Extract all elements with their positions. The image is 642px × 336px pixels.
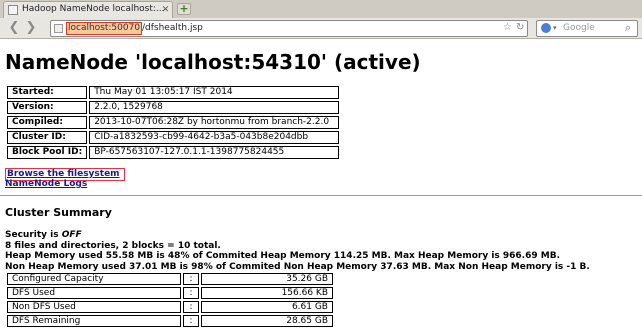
table-row: Version: 2.2.0, 1529768	[7, 101, 340, 114]
info-key: Block Pool ID:	[7, 146, 88, 159]
info-key: Version:	[7, 101, 88, 114]
info-key: Compiled:	[7, 116, 88, 129]
forward-arrow-icon[interactable]: ❯	[24, 21, 38, 35]
search-bar[interactable]: ▾ Google ⌕	[536, 20, 638, 37]
stat-value: 6.61 GB	[201, 301, 333, 313]
namenode-logs-link[interactable]: NameNode Logs	[5, 179, 87, 189]
search-icon[interactable]: ⌕	[625, 21, 631, 35]
info-key: Cluster ID:	[7, 131, 88, 144]
search-engine-dropdown-icon[interactable]: ▾	[553, 24, 557, 32]
namenode-info-table: Started: Thu May 01 13:05:17 IST 2014 Ve…	[5, 84, 341, 161]
stat-separator: :	[183, 301, 199, 313]
tab-title: Hadoop NameNode localhost:...	[22, 4, 165, 14]
cluster-stats-table: Configured Capacity : 35.26 GB DFS Used …	[5, 271, 335, 329]
security-line: Security is OFF	[5, 230, 590, 241]
search-engine-icon[interactable]	[541, 23, 551, 33]
table-row: DFS Remaining : 28.65 GB	[7, 315, 333, 327]
files-line: 8 files and directories, 2 blocks = 10 t…	[5, 240, 221, 251]
stat-separator: :	[183, 287, 199, 299]
page-content: NameNode 'localhost:54310' (active) Star…	[0, 40, 642, 336]
table-row: Block Pool ID: BP-657563107-127.0.1.1-13…	[7, 146, 340, 159]
info-value: CID-a1832593-cb99-4642-b3a5-043b8e204dbb	[89, 131, 340, 144]
security-value: OFF	[61, 230, 82, 240]
stat-key: DFS Used	[7, 287, 181, 299]
stat-value: 156.66 KB	[201, 287, 333, 299]
table-row: Cluster ID: CID-a1832593-cb99-4642-b3a5-…	[7, 131, 340, 144]
reload-icon[interactable]: ↻	[516, 22, 524, 33]
stat-separator: :	[183, 315, 199, 327]
stat-key: Non DFS Used	[7, 301, 181, 313]
stat-key: Configured Capacity	[7, 273, 181, 285]
stat-value: 35.26 GB	[201, 273, 333, 285]
info-key: Started:	[7, 86, 88, 99]
new-tab-button[interactable]: +	[177, 3, 191, 15]
navigation-bar: ❮ ❯ localhost:50070 /dfshealth.jsp ☆ ↻ ▾…	[0, 18, 642, 39]
site-identity-icon[interactable]	[54, 24, 63, 33]
stat-key: DFS Remaining	[7, 315, 181, 327]
info-value: 2.2.0, 1529768	[89, 101, 340, 114]
bookmark-star-icon[interactable]: ☆	[503, 22, 512, 33]
cluster-summary-heading: Cluster Summary	[5, 206, 112, 219]
close-tab-icon[interactable]: ✕	[161, 6, 170, 15]
security-label: Security is	[5, 230, 62, 240]
page-favicon-icon	[8, 5, 18, 15]
browser-tab[interactable]: Hadoop NameNode localhost:... ✕	[3, 1, 173, 18]
tab-strip: Hadoop NameNode localhost:... ✕ +	[0, 0, 642, 18]
info-value: 2013-10-07T06:28Z by hortonmu from branc…	[89, 116, 340, 129]
table-row: Compiled: 2013-10-07T06:28Z by hortonmu …	[7, 116, 340, 129]
address-bar[interactable]: localhost:50070 /dfshealth.jsp ☆ ↻	[50, 20, 528, 37]
table-row: Started: Thu May 01 13:05:17 IST 2014	[7, 86, 340, 99]
back-arrow-icon[interactable]: ❮	[7, 21, 21, 35]
heap-memory-line: Heap Memory used 55.58 MB is 48% of Comm…	[5, 251, 560, 261]
stat-separator: :	[183, 273, 199, 285]
info-value: BP-657563107-127.0.1.1-1398775824455	[89, 146, 340, 159]
divider	[0, 195, 642, 196]
url-host: localhost:50070	[66, 22, 143, 35]
stat-value: 28.65 GB	[201, 315, 333, 327]
search-input[interactable]: Google	[563, 23, 595, 33]
table-row: Configured Capacity : 35.26 GB	[7, 273, 333, 285]
info-value: Thu May 01 13:05:17 IST 2014	[89, 86, 340, 99]
table-row: DFS Used : 156.66 KB	[7, 287, 333, 299]
cluster-summary-text: Security is OFF 8 files and directories,…	[5, 230, 590, 272]
table-row: Non DFS Used : 6.61 GB	[7, 301, 333, 313]
url-path: /dfshealth.jsp	[142, 23, 203, 33]
page-title: NameNode 'localhost:54310' (active)	[5, 50, 421, 74]
